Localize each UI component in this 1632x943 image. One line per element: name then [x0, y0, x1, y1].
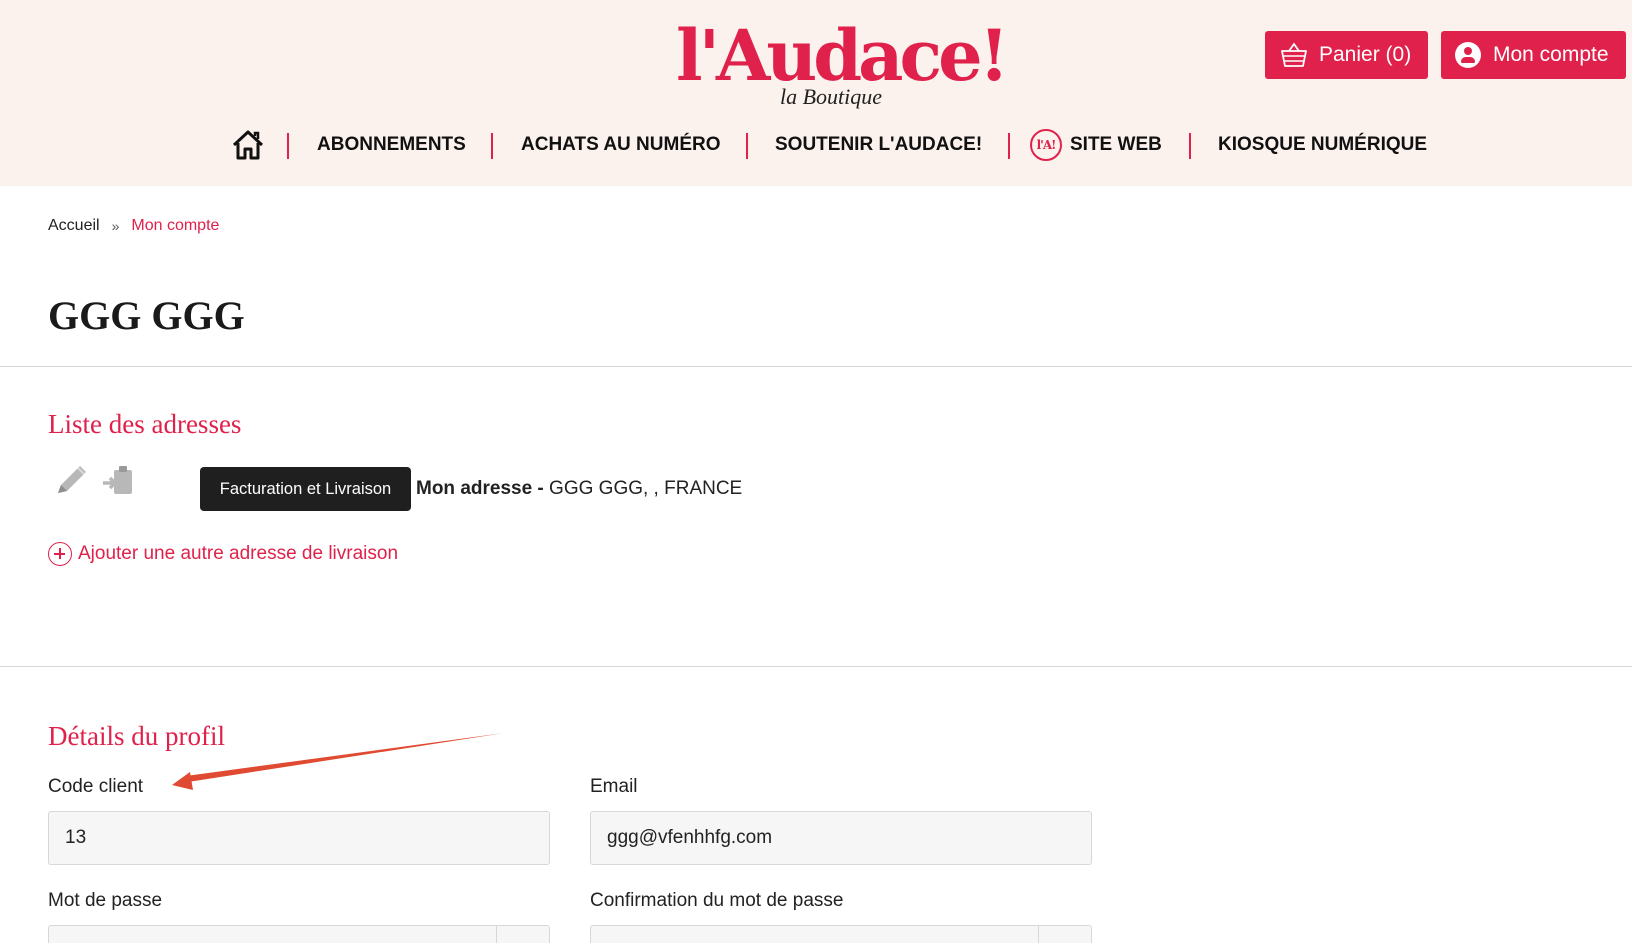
section-divider — [0, 366, 1632, 367]
password-confirm-visibility-toggle[interactable] — [1038, 925, 1092, 943]
cart-icon — [1279, 40, 1309, 70]
breadcrumb-current[interactable]: Mon compte — [131, 217, 219, 235]
breadcrumb: Accueil » Mon compte — [48, 217, 219, 235]
site-header: l'Audace! la Boutique Panier (0) Mon com… — [0, 0, 1632, 186]
edit-icon[interactable] — [52, 461, 90, 499]
password-field[interactable] — [48, 925, 550, 943]
add-address-link[interactable]: Ajouter une autre adresse de livraison — [48, 542, 398, 566]
cart-label: Panier (0) — [1319, 43, 1412, 66]
addresses-title: Liste des adresses — [48, 409, 242, 439]
password-confirm-label: Confirmation du mot de passe — [590, 890, 844, 911]
nav-soutenir[interactable]: SOUTENIR L'AUDACE! — [775, 124, 982, 166]
page-title: GGG GGG — [48, 293, 245, 338]
email-label: Email — [590, 776, 638, 797]
logo-subtitle: la Boutique — [779, 84, 883, 109]
section-divider — [0, 666, 1632, 667]
nav-kiosque[interactable]: KIOSQUE NUMÉRIQUE — [1218, 124, 1427, 166]
password-confirm-field[interactable] — [590, 925, 1092, 943]
account-button[interactable]: Mon compte — [1441, 31, 1626, 79]
client-code-label: Code client — [48, 776, 144, 797]
home-icon — [232, 130, 264, 160]
nav-abonnements[interactable]: ABONNEMENTS — [317, 124, 466, 166]
add-address-label: Ajouter une autre adresse de livraison — [78, 543, 399, 564]
nav-site-web-label: SITE WEB — [1070, 134, 1162, 155]
nav-site-web[interactable]: l'A! SITE WEB — [1030, 124, 1162, 166]
laudace-badge-icon: l'A! — [1030, 129, 1062, 161]
client-code-field[interactable] — [48, 811, 550, 865]
breadcrumb-separator: » — [111, 218, 120, 234]
nav-separator — [746, 133, 748, 159]
address-line: Mon adresse - GGG GGG, , FRANCE — [416, 478, 742, 500]
nav-separator — [287, 133, 289, 159]
profile-title: Détails du profil — [48, 721, 225, 751]
breadcrumb-home[interactable]: Accueil — [48, 217, 100, 235]
address-name: Mon adresse - — [416, 478, 544, 499]
password-visibility-toggle[interactable] — [496, 925, 550, 943]
nav-separator — [491, 133, 493, 159]
nav-home[interactable] — [231, 124, 265, 166]
account-label: Mon compte — [1493, 43, 1609, 66]
nav-separator — [1189, 133, 1191, 159]
email-field[interactable] — [590, 811, 1092, 865]
password-label: Mot de passe — [48, 890, 163, 911]
add-circle-icon — [48, 542, 72, 566]
account-icon — [1453, 40, 1483, 70]
address-type-tooltip: Facturation et Livraison — [200, 467, 411, 511]
cart-button[interactable]: Panier (0) — [1265, 31, 1428, 79]
delete-icon[interactable] — [100, 461, 138, 499]
nav-separator — [1008, 133, 1010, 159]
site-logo[interactable]: l'Audace! la Boutique — [676, 8, 1009, 112]
nav-achats[interactable]: ACHATS AU NUMÉRO — [521, 124, 721, 166]
address-value: GGG GGG, , FRANCE — [549, 478, 743, 499]
